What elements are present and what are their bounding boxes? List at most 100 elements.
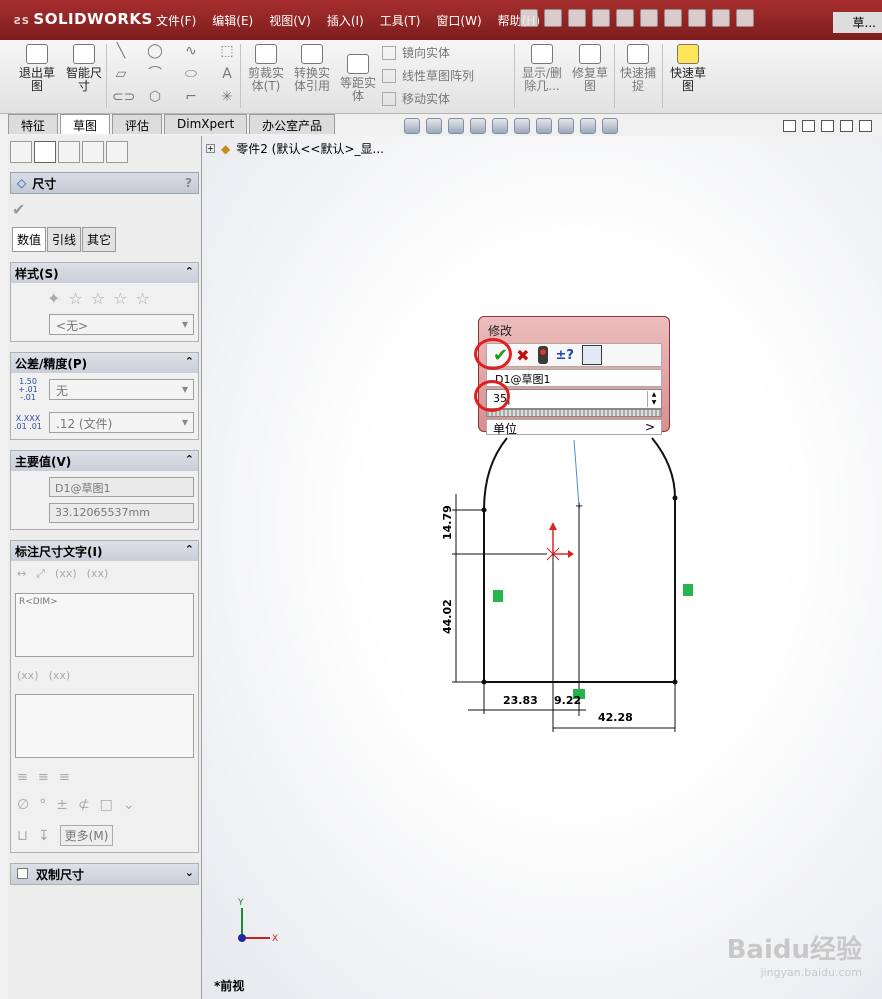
tab-dimxpert[interactable]: DimXpert: [164, 114, 248, 134]
ellipse-icon[interactable]: ⬭: [182, 67, 200, 81]
tab-leaders[interactable]: 引线: [47, 227, 82, 252]
exit-sketch-button[interactable]: 退出草图: [14, 44, 60, 93]
ok-check-icon[interactable]: ✔: [12, 200, 197, 219]
cancel-x-icon[interactable]: ✖: [516, 346, 529, 365]
help-button[interactable]: ?: [185, 176, 192, 190]
xx-token-3[interactable]: (xx): [17, 669, 39, 682]
tolerance-type-select[interactable]: 无: [49, 379, 194, 400]
dimxpert-manager-tab-icon[interactable]: [82, 141, 104, 163]
line-icon[interactable]: ╲: [112, 44, 130, 58]
tile-icon[interactable]: [783, 120, 796, 132]
dimension-text-box-2[interactable]: [15, 694, 194, 758]
spline-icon[interactable]: ∿: [182, 44, 200, 58]
view-settings-icon[interactable]: [602, 118, 618, 134]
quick-snaps-button[interactable]: 快速捕捉: [618, 44, 658, 93]
modify-value-input[interactable]: 35| ▲ ▼: [486, 389, 662, 409]
menu-edit[interactable]: 编辑(E): [204, 10, 261, 31]
menu-file[interactable]: 文件(F): [148, 10, 204, 31]
circle-icon[interactable]: ◯: [146, 44, 164, 58]
feature-manager-tab-icon[interactable]: [10, 141, 32, 163]
smart-dimension-button[interactable]: 智能尺寸: [62, 44, 106, 93]
more-button[interactable]: 更多(M): [59, 825, 114, 846]
tolerance-group-header[interactable]: 公差/精度(P) ⌃: [11, 353, 198, 373]
collapse-icon[interactable]: ⌃: [185, 265, 194, 281]
polygon-icon[interactable]: ⬡: [146, 90, 164, 104]
align-right-icon[interactable]: ≡: [59, 770, 70, 785]
fillet-icon[interactable]: ⌐: [182, 90, 200, 104]
slot-icon[interactable]: ⊂⊃: [112, 90, 135, 104]
dimension-value-field[interactable]: 33.12065537mm: [49, 503, 194, 523]
collapse-icon[interactable]: ⌃: [185, 543, 194, 559]
dual-dimension-header[interactable]: 双制尺寸 ⌄: [11, 864, 198, 884]
delete-style-icon[interactable]: ☆: [91, 289, 105, 308]
rebuild-icon[interactable]: [688, 9, 706, 27]
view-orientation-icon[interactable]: [492, 118, 508, 134]
dimension-name-field[interactable]: D1@草图1: [49, 477, 194, 497]
tab-evaluate[interactable]: 评估: [112, 114, 163, 134]
tab-sketch[interactable]: 草图: [60, 114, 111, 134]
sketch-canvas[interactable]: + 14.79 44.02 23.83 9.22 42.28 Y X: [202, 136, 882, 999]
reverse-sense-icon[interactable]: ±?: [556, 348, 574, 363]
diameter-symbol-icon[interactable]: ∅: [17, 797, 29, 813]
graphics-area[interactable]: + ◆ 零件2 (默认<<默认>_显... + 14.79 44.02 23.8…: [202, 136, 882, 999]
tab-value[interactable]: 数值: [12, 227, 47, 252]
pin-icon[interactable]: [520, 9, 538, 27]
style-group-header[interactable]: 样式(S) ⌃: [11, 263, 198, 283]
linear-pattern-button[interactable]: 线性草图阵列: [382, 67, 474, 84]
degree-symbol-icon[interactable]: °: [39, 797, 46, 813]
point-icon[interactable]: ⬚: [218, 44, 236, 58]
move-entities-button[interactable]: 移动实体: [382, 90, 450, 107]
plus-minus-symbol-icon[interactable]: ±: [56, 797, 68, 813]
menu-tools[interactable]: 工具(T): [372, 10, 429, 31]
load-style-icon[interactable]: ☆: [135, 289, 149, 308]
print-icon[interactable]: [616, 9, 634, 27]
more-symbols-icon[interactable]: ⌄: [123, 797, 135, 813]
rapid-sketch-button[interactable]: 快速草图: [666, 44, 710, 93]
mirror-entities-button[interactable]: 镜向实体: [382, 44, 450, 61]
new-document-icon[interactable]: [544, 9, 562, 27]
arc-icon[interactable]: ⌒: [146, 67, 164, 81]
plane-icon[interactable]: ✳: [218, 90, 236, 104]
xx-token-2[interactable]: (xx): [87, 567, 109, 581]
section-view-icon[interactable]: [470, 118, 486, 134]
menu-window[interactable]: 窗口(W): [428, 10, 489, 31]
dimension-text-box[interactable]: R<DIM>: [15, 593, 194, 657]
display-style-icon[interactable]: [514, 118, 530, 134]
previous-view-icon[interactable]: [448, 118, 464, 134]
thumbwheel[interactable]: [486, 409, 662, 417]
zoom-to-area-icon[interactable]: [426, 118, 442, 134]
style-select[interactable]: <无>: [49, 314, 194, 335]
apply-style-icon[interactable]: ✦: [47, 289, 60, 308]
display-delete-relations-button[interactable]: 显示/删除几...: [518, 44, 566, 93]
offset-entities-button[interactable]: 等距实体: [338, 54, 378, 103]
edit-appearance-icon[interactable]: [558, 118, 574, 134]
hide-show-items-icon[interactable]: [536, 118, 552, 134]
precision-select[interactable]: .12 (文件): [49, 412, 194, 433]
property-manager-tab-icon[interactable]: [34, 141, 56, 163]
restore-icon[interactable]: [840, 120, 853, 132]
text-icon[interactable]: A: [218, 67, 236, 81]
close-icon[interactable]: [859, 120, 872, 132]
collapse-icon[interactable]: ⌃: [185, 355, 194, 371]
tab-other[interactable]: 其它: [82, 227, 117, 252]
value-spinner[interactable]: ▲ ▼: [647, 391, 660, 407]
rectangle-icon[interactable]: ▱: [112, 67, 130, 81]
undo-icon[interactable]: [640, 9, 658, 27]
menu-insert[interactable]: 插入(I): [319, 10, 372, 31]
xx-token-1[interactable]: (xx): [55, 567, 77, 581]
configuration-manager-tab-icon[interactable]: [58, 141, 80, 163]
file-properties-icon[interactable]: [712, 9, 730, 27]
dual-dimension-checkbox[interactable]: [17, 868, 28, 879]
open-icon[interactable]: [568, 9, 586, 27]
apply-scene-icon[interactable]: [580, 118, 596, 134]
leader-dim-icon[interactable]: ⤢: [36, 567, 45, 581]
dimension-text-header[interactable]: 标注尺寸文字(I) ⌃: [11, 541, 198, 561]
save-style-icon[interactable]: ☆: [113, 289, 127, 308]
convert-entities-button[interactable]: 转换实体引用: [290, 44, 334, 93]
collapse-icon[interactable]: ⌃: [185, 453, 194, 469]
minimize-icon[interactable]: [821, 120, 834, 132]
align-left-icon[interactable]: ≡: [17, 770, 28, 785]
zoom-to-fit-icon[interactable]: [404, 118, 420, 134]
tab-office-products[interactable]: 办公室产品: [249, 114, 336, 134]
save-icon[interactable]: [592, 9, 610, 27]
